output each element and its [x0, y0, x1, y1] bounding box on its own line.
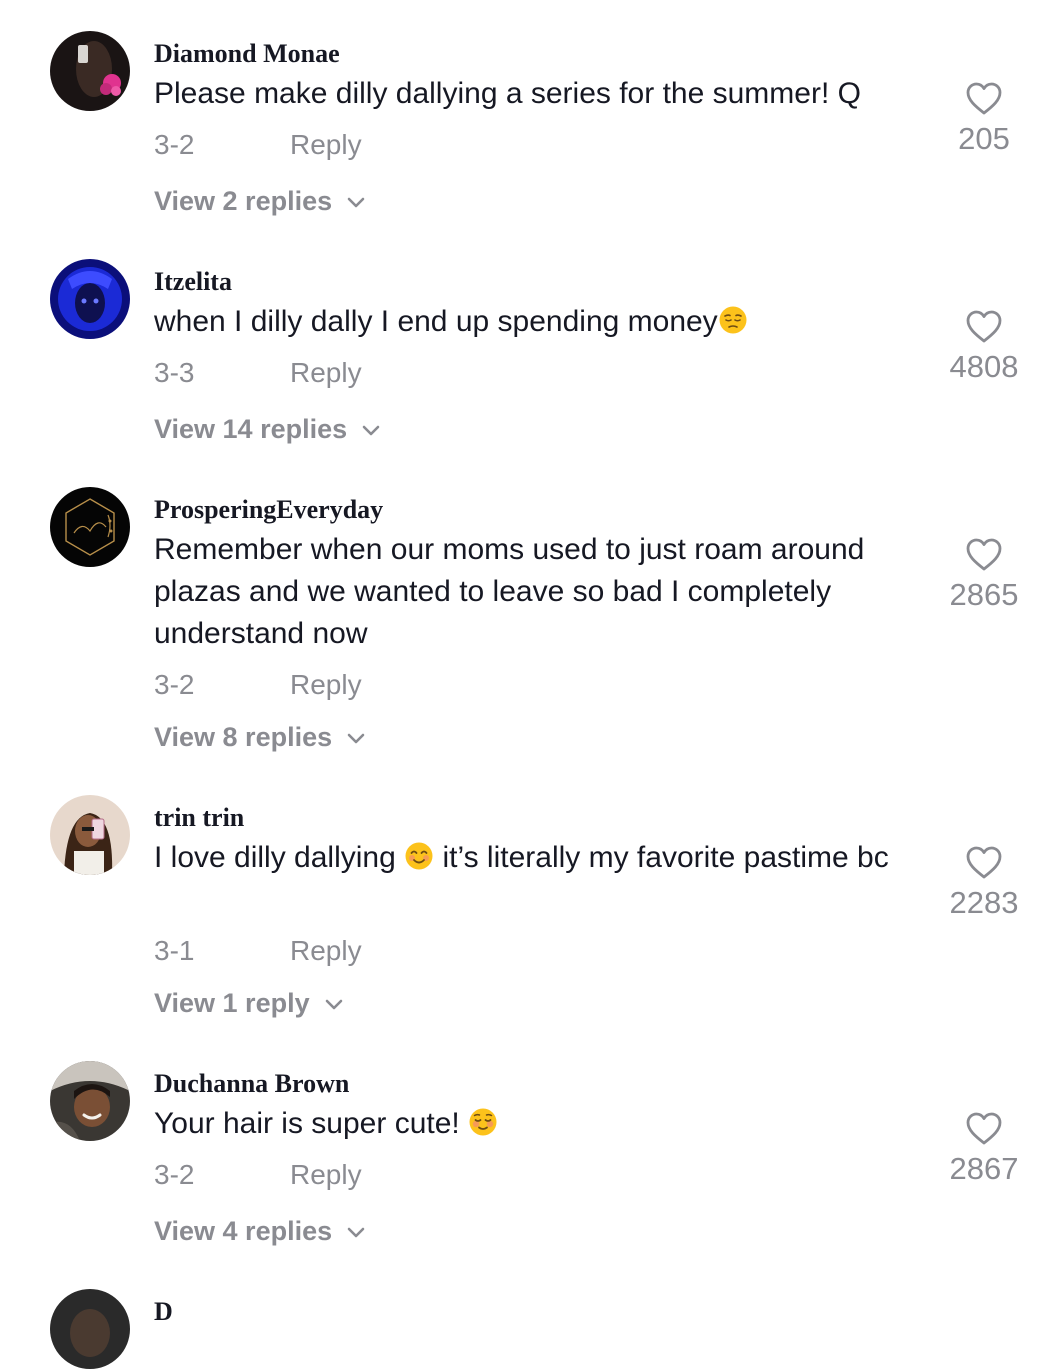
like-count: 4808 — [949, 349, 1019, 384]
reply-button[interactable]: Reply — [290, 357, 362, 389]
comment-text-content: Your hair is super cute! — [154, 1107, 469, 1140]
view-replies-label: View 14 replies — [154, 414, 348, 444]
heart-icon — [965, 537, 1003, 573]
comment-text-content: I love dilly dallying — [154, 841, 405, 874]
view-replies-label: View 8 replies — [154, 722, 333, 752]
view-replies-button[interactable]: View 8 replies — [154, 721, 366, 753]
reply-button[interactable]: Reply — [290, 669, 362, 701]
heart-icon — [965, 1111, 1003, 1147]
comment-text: Remember when our moms used to just roam… — [154, 533, 865, 650]
view-replies-button[interactable]: View 1 reply — [154, 987, 344, 1019]
like-button[interactable]: 2283 — [944, 845, 1024, 921]
like-button[interactable]: 4808 — [944, 309, 1024, 385]
avatar[interactable] — [50, 1061, 130, 1141]
comment-date: 3-2 — [154, 129, 195, 160]
avatar[interactable] — [50, 31, 130, 111]
comment-date: 3-1 — [154, 935, 195, 966]
comment-text: Your hair is super cute! — [154, 1103, 944, 1145]
pensive-face-emoji — [718, 305, 748, 335]
like-button[interactable]: 2865 — [944, 537, 1024, 613]
view-replies-button[interactable]: View 2 replies — [154, 185, 366, 217]
view-replies-button[interactable]: View 4 replies — [154, 1215, 366, 1247]
avatar[interactable] — [50, 795, 130, 875]
like-count: 2865 — [949, 577, 1019, 612]
comment-text-content: when I dilly dally I end up spending mon… — [154, 305, 718, 338]
comment-username[interactable]: ProsperingEveryday — [154, 495, 383, 525]
avatar[interactable] — [50, 259, 130, 339]
reply-button[interactable]: Reply — [290, 1159, 362, 1191]
view-replies-label: View 4 replies — [154, 1216, 333, 1246]
view-replies-label: View 2 replies — [154, 186, 333, 216]
comment-username[interactable]: trin trin — [154, 803, 244, 833]
chevron-down-icon — [324, 997, 344, 1011]
avatar[interactable] — [50, 487, 130, 567]
like-button[interactable]: 205 — [944, 81, 1024, 157]
like-count: 205 — [958, 121, 1010, 156]
comment-date: 3-3 — [154, 357, 195, 388]
chevron-down-icon — [346, 1225, 366, 1239]
comment-username[interactable]: Duchanna Brown — [154, 1069, 349, 1099]
smiling-face-emoji — [404, 841, 434, 871]
comment-date: 3-2 — [154, 669, 195, 700]
heart-icon — [965, 845, 1003, 881]
relieved-smiling-face-emoji — [468, 1107, 498, 1137]
chevron-down-icon — [346, 731, 366, 745]
view-replies-label: View 1 reply — [154, 988, 310, 1018]
comment-username[interactable]: Diamond Monae — [154, 39, 340, 69]
comment-text: I love dilly dallying it’s literally my … — [154, 837, 934, 879]
comment-username[interactable]: D — [154, 1297, 173, 1327]
comment-username[interactable]: Itzelita — [154, 267, 232, 297]
reply-button[interactable]: Reply — [290, 935, 362, 967]
like-count: 2283 — [949, 885, 1019, 920]
comment-text-content: it’s literally my favorite pastime bc — [434, 841, 889, 874]
view-replies-button[interactable]: View 14 replies — [154, 413, 381, 445]
comment-date: 3-2 — [154, 1159, 195, 1190]
heart-icon — [965, 81, 1003, 117]
chevron-down-icon — [361, 423, 381, 437]
heart-icon — [965, 309, 1003, 345]
comment-text: when I dilly dally I end up spending mon… — [154, 301, 944, 343]
comment-text: Please make dilly dallying a series for … — [154, 77, 861, 110]
reply-button[interactable]: Reply — [290, 129, 362, 161]
like-button[interactable]: 2867 — [944, 1111, 1024, 1187]
chevron-down-icon — [346, 195, 366, 209]
like-count: 2867 — [949, 1151, 1019, 1186]
avatar[interactable] — [50, 1289, 130, 1369]
